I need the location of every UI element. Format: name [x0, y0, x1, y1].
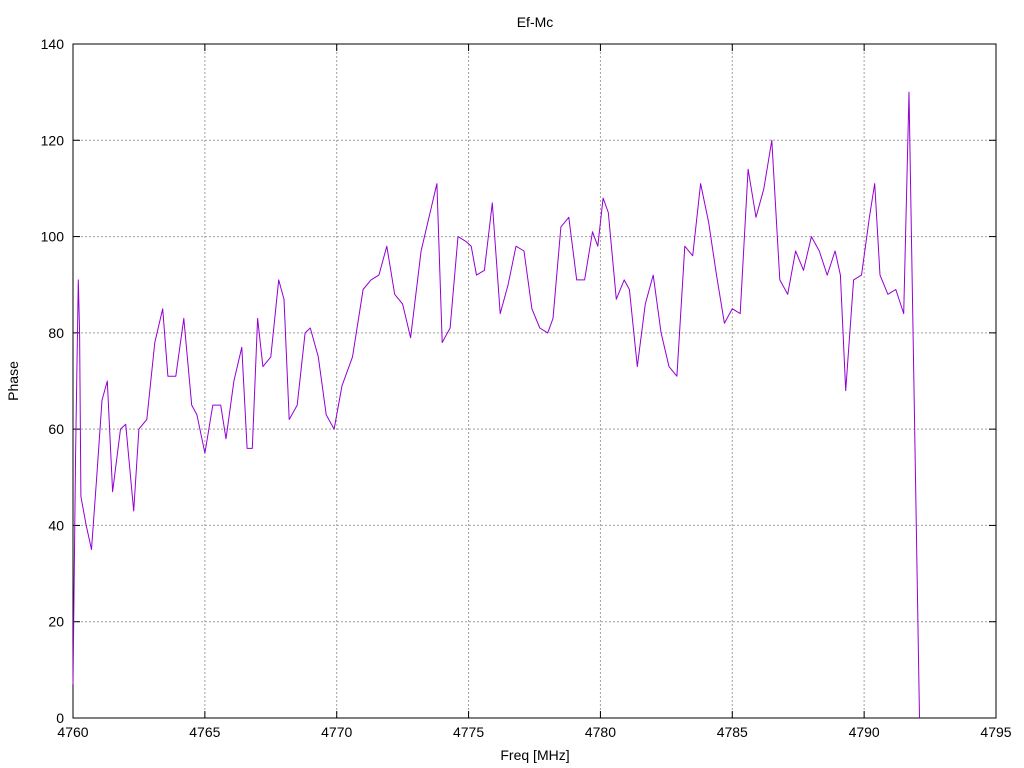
y-tick-label: 80: [48, 325, 64, 341]
phase-chart: Ef-Mc 4760 4765 4770 4775 4780 4785 4790 4795 0 2…: [5, 14, 1012, 763]
y-tick-label: 0: [56, 710, 64, 726]
axis-ticks: 4760 4765 4770 4775 4780 4785 4790 4795 0 20 40 60 8…: [41, 36, 1012, 740]
x-tick-label: 4770: [321, 724, 352, 740]
plot-frame: [72, 43, 997, 719]
phase-series-line: [72, 91, 920, 719]
x-tick-label: 4790: [849, 724, 880, 740]
x-tick-label: 4780: [585, 724, 616, 740]
y-tick-label: 40: [48, 517, 64, 533]
y-tick-label: 60: [48, 421, 64, 437]
y-tick-label: 20: [48, 614, 64, 630]
x-tick-label: 4760: [57, 724, 88, 740]
y-tick-label: 120: [41, 132, 65, 148]
x-tick-label: 4775: [453, 724, 484, 740]
x-tick-label: 4765: [189, 724, 220, 740]
chart-title: Ef-Mc: [517, 14, 554, 30]
x-axis-label: Freq [MHz]: [500, 747, 569, 763]
y-tick-label: 100: [41, 229, 65, 245]
grid: [73, 44, 996, 718]
y-tick-label: 140: [41, 36, 65, 52]
y-axis-label: Phase: [5, 361, 21, 401]
x-tick-label: 4785: [717, 724, 748, 740]
x-tick-label: 4795: [980, 724, 1011, 740]
series-layer: [72, 91, 920, 719]
